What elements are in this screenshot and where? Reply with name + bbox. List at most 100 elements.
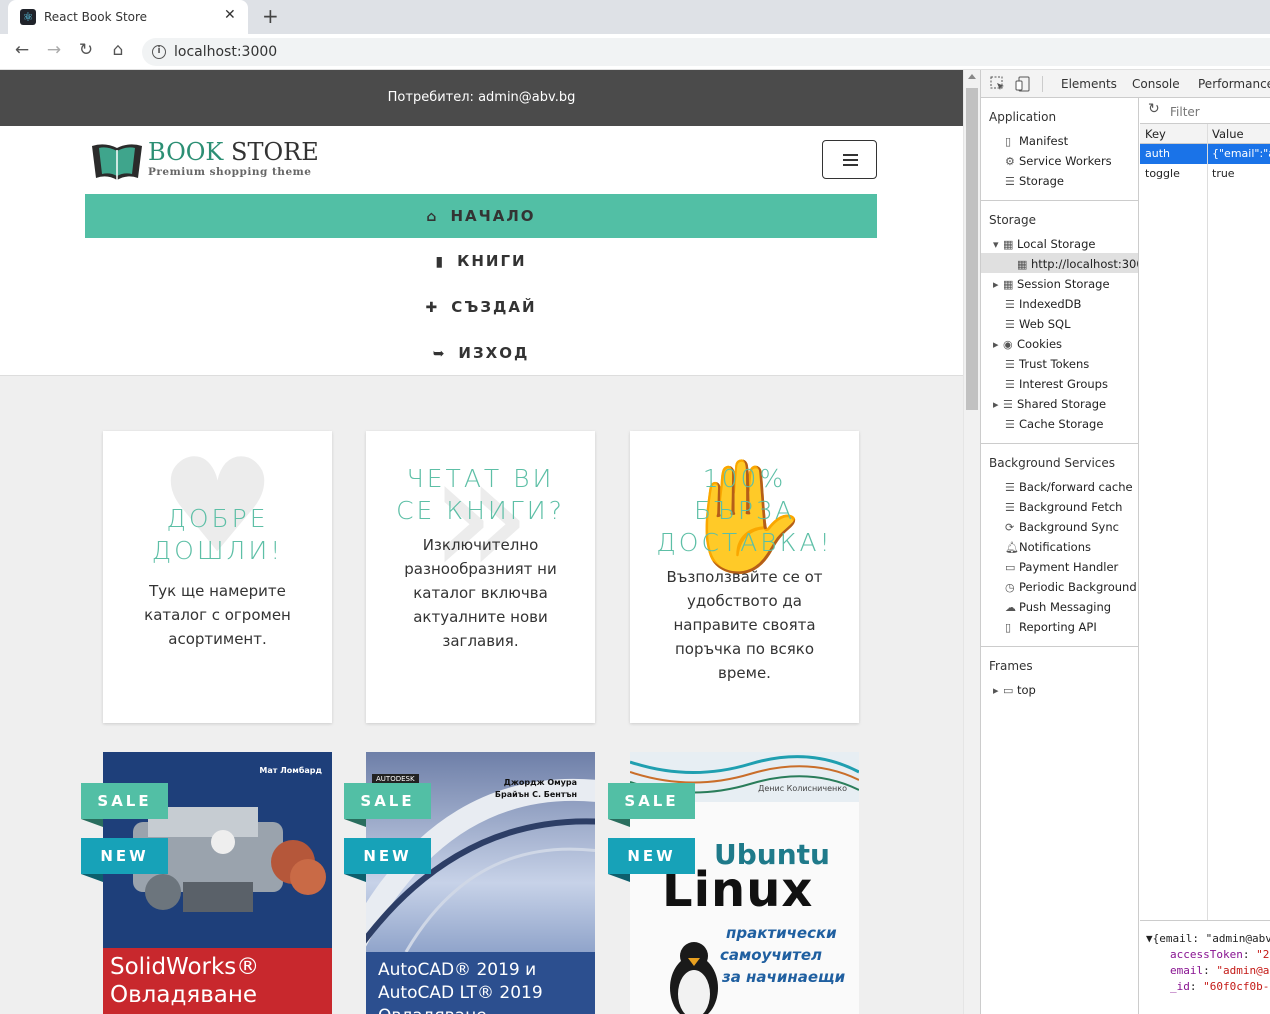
book-title: Овладяване [110, 982, 258, 1008]
home-icon[interactable]: ⌂ [106, 40, 130, 60]
sidebar-item-indexeddb[interactable]: ☰ IndexedDB [1005, 297, 1081, 311]
user-bar: Потребител: admin@abv.bg [0, 70, 963, 126]
section-application: Application [989, 110, 1057, 124]
clock-icon: ◷ [1005, 581, 1015, 594]
page-scrollbar[interactable] [963, 70, 980, 1014]
browser-tab-strip: ⚛ React Book Store ✕ + [0, 0, 1270, 34]
inspect-element-icon[interactable] [990, 76, 1006, 92]
nav-home[interactable]: ⌂ НАЧАЛО [85, 194, 877, 238]
logo[interactable]: BOOK STORE Premium shopping theme [90, 138, 319, 182]
menu-toggle-button[interactable] [822, 140, 877, 179]
sidebar-item-interest-groups[interactable]: ☰ Interest Groups [1005, 377, 1108, 391]
badge-fold [81, 819, 103, 827]
grid-icon: ▦ [1017, 258, 1028, 271]
tab-close-icon[interactable]: ✕ [224, 7, 236, 23]
sidebar-item-cache-storage[interactable]: ☰ Cache Storage [1005, 417, 1103, 431]
address-bar[interactable]: i localhost:3000 [142, 38, 1270, 66]
column-header-value[interactable]: Value [1212, 124, 1244, 144]
bell-icon: 🔔︎ [1005, 541, 1019, 554]
row-value: true [1212, 167, 1235, 180]
nav-label: НАЧАЛО [450, 207, 536, 225]
book-title: AutoCAD LT® 2019 [378, 983, 543, 1003]
sidebar-item-periodic-sync[interactable]: ◷Periodic Background Sync [1005, 580, 1138, 594]
row-key: auth [1145, 147, 1170, 160]
book-author: Денис Колисниченко [758, 784, 847, 793]
book-subtitle: за начинаещи [722, 968, 846, 986]
preview-line: _id: "60f0cf0b-1 [1170, 980, 1270, 993]
sale-badge: SALE [81, 783, 168, 819]
devtools-tab-bar: Elements Console Performance [981, 70, 1270, 98]
storage-viewer: ↻ Key Value auth {"email":"admin@abv.bg"… [1140, 98, 1270, 1014]
badge-fold [608, 819, 630, 827]
collapsed-arrow-icon: ▸ [993, 338, 999, 351]
sidebar-item-bfcache[interactable]: ☰ Back/forward cache [1005, 480, 1133, 494]
penguin-illustration [670, 942, 718, 1014]
row-key: toggle [1145, 167, 1180, 180]
scrollbar-thumb[interactable] [966, 88, 978, 410]
filter-input[interactable] [1170, 103, 1270, 121]
device-toolbar-icon[interactable] [1015, 76, 1031, 92]
section-background-services: Background Services [989, 456, 1116, 470]
divider [1042, 76, 1043, 92]
cloud-icon: ☁ [1005, 601, 1016, 614]
table-header: Key Value [1140, 124, 1270, 144]
badge-fold [344, 874, 366, 882]
hamburger-bar [843, 164, 858, 166]
web-page: Потребител: admin@abv.bg BOOK STORE Prem… [0, 70, 963, 1014]
table-row[interactable]: toggle true [1140, 164, 1270, 184]
document-icon: ▯ [1005, 621, 1012, 634]
sidebar-item-frame-top[interactable]: ▸ ▭ top [993, 683, 1036, 697]
value-preview: ▼{email: "admin@abv.bg" accessToken: "23… [1140, 920, 1270, 1014]
sidebar-item-reporting-api[interactable]: ▯ Reporting API [1005, 620, 1097, 634]
preview-line: accessToken: "23 [1170, 948, 1270, 961]
tab-console[interactable]: Console [1132, 77, 1180, 91]
nav-create[interactable]: ✚ СЪЗДАЙ [85, 285, 877, 329]
back-icon[interactable]: ← [10, 40, 34, 60]
database-icon: ☰ [1005, 481, 1015, 494]
sidebar-item-background-sync[interactable]: ⟳ Background Sync [1005, 520, 1119, 534]
book-author: Джордж Омура [503, 778, 577, 787]
sidebar-item-manifest[interactable]: ▯ Manifest [1005, 134, 1068, 148]
home-icon: ⌂ [426, 209, 439, 225]
sync-icon: ⟳ [1005, 521, 1015, 534]
cookie-icon: ◉ [1003, 338, 1013, 351]
column-header-key[interactable]: Key [1145, 124, 1166, 144]
nav-books[interactable]: ▮ КНИГИ [85, 239, 877, 283]
sign-out-icon: ➥ [432, 346, 447, 362]
browser-tab[interactable]: ⚛ React Book Store ✕ [8, 0, 248, 34]
sidebar-item-session-storage[interactable]: ▸ ▦ Session Storage [993, 277, 1110, 291]
badge-fold [344, 819, 366, 827]
table-row[interactable]: auth {"email":"admin@abv.bg" [1140, 144, 1270, 164]
nav-logout[interactable]: ➥ ИЗХОД [85, 331, 877, 375]
refresh-icon[interactable]: ↻ [1148, 101, 1160, 117]
sidebar-item-shared-storage[interactable]: ▸ ☰ Shared Storage [993, 397, 1106, 411]
sidebar-item-storage[interactable]: ☰ Storage [1005, 174, 1064, 188]
nav-label: КНИГИ [457, 252, 527, 270]
sidebar-item-background-fetch[interactable]: ☰ Background Fetch [1005, 500, 1122, 514]
divider [981, 443, 1138, 444]
new-badge: NEW [344, 838, 431, 874]
sidebar-item-local-storage[interactable]: ▾ ▦ Local Storage [993, 237, 1095, 251]
preview-line: ▼{email: "admin@abv.bg" [1146, 932, 1270, 945]
sidebar-item-notifications[interactable]: 🔔︎Notifications [1005, 540, 1091, 554]
scroll-up-arrow-icon[interactable] [968, 74, 976, 79]
sidebar-item-cookies[interactable]: ▸ ◉ Cookies [993, 337, 1062, 351]
forward-icon[interactable]: → [42, 40, 66, 60]
sidebar-item-service-workers[interactable]: ⚙ Service Workers [1005, 154, 1112, 168]
tab-elements[interactable]: Elements [1061, 77, 1117, 91]
column-divider [1207, 124, 1208, 920]
sidebar-item-push-messaging[interactable]: ☁ Push Messaging [1005, 600, 1111, 614]
react-favicon-icon: ⚛ [20, 9, 36, 25]
new-tab-button[interactable]: + [262, 4, 279, 28]
sidebar-item-payment-handler[interactable]: ▭ Payment Handler [1005, 560, 1118, 574]
site-header: BOOK STORE Premium shopping theme ⌂ НАЧАЛ… [0, 126, 963, 376]
site-info-icon[interactable]: i [152, 45, 166, 59]
new-badge: NEW [608, 838, 695, 874]
tab-performance[interactable]: Performance [1198, 77, 1270, 91]
reload-icon[interactable]: ↻ [74, 40, 98, 60]
sidebar-item-web-sql[interactable]: ☰ Web SQL [1005, 317, 1071, 331]
sidebar-item-trust-tokens[interactable]: ☰ Trust Tokens [1005, 357, 1089, 371]
url-text[interactable]: localhost:3000 [174, 44, 277, 60]
sidebar-item-localhost[interactable]: ▦ http://localhost:3000 [1017, 257, 1138, 271]
frame-icon: ▭ [1003, 684, 1014, 697]
